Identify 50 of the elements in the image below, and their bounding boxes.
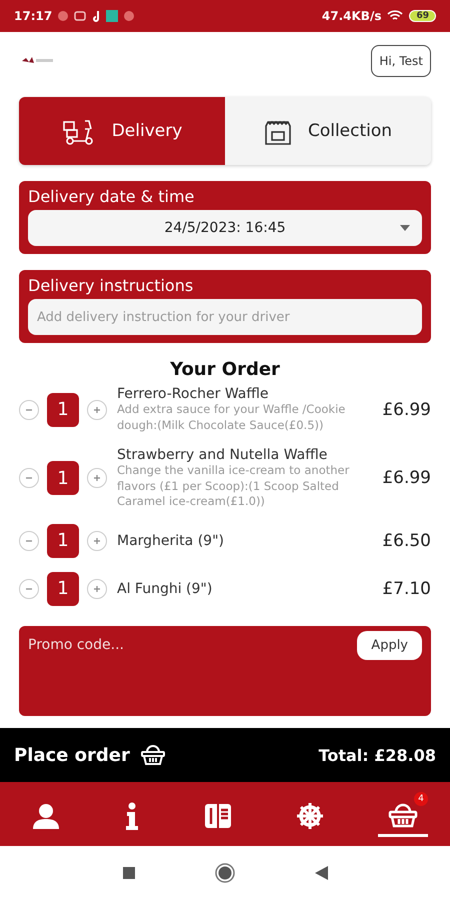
greeting-button[interactable]: Hi, Test — [371, 45, 431, 77]
battery-level: 69 — [409, 10, 436, 22]
basket-icon — [388, 802, 418, 830]
network-speed: 47.4KB/s — [322, 9, 382, 23]
app-icon — [106, 10, 118, 22]
home-icon[interactable] — [214, 863, 234, 883]
increase-button[interactable] — [87, 530, 107, 551]
item-price: £7.10 — [382, 578, 431, 599]
instructions-field[interactable]: Add delivery instruction for your driver — [28, 299, 422, 335]
item-price: £6.50 — [382, 530, 431, 551]
cart-count-badge: 4 — [414, 792, 428, 806]
back-icon[interactable] — [314, 866, 328, 880]
date-time-label: Delivery date & time — [28, 187, 196, 206]
item-name: Strawberry and Nutella Waffle — [117, 447, 328, 464]
increase-button[interactable] — [87, 468, 107, 488]
item-price: £6.99 — [382, 400, 431, 420]
plus-icon — [93, 584, 101, 593]
status-time: 17:17 — [14, 9, 52, 23]
plus-icon — [93, 536, 101, 545]
order-total: Total: £28.08 — [318, 746, 436, 764]
order-type-tab[interactable]: Delivery — [19, 97, 225, 165]
quantity-badge: 1 — [47, 461, 79, 496]
item-name: Al Funghi (9") — [117, 580, 214, 597]
place-order-button[interactable]: Place order — [14, 744, 166, 766]
plus-icon — [93, 474, 101, 482]
quantity-badge: 1 — [47, 392, 79, 427]
item-name: Ferrero-Rocher Waffle — [117, 386, 270, 402]
basket-icon — [140, 744, 166, 766]
item-price: £6.99 — [382, 468, 431, 488]
item-name: Margherita (9") — [117, 532, 225, 549]
caret-icon — [400, 225, 410, 231]
dot-icon — [124, 11, 134, 21]
item-details: Add extra sauce for your Waffle /Cookie dough:(Milk Chocolate Sauce(£0.5)) — [117, 402, 346, 434]
plus-icon — [93, 406, 101, 414]
date-time-dropdown[interactable]: 24/5/2023: 16:45 — [28, 210, 422, 246]
basket-nav-button[interactable]: 4 — [378, 792, 428, 836]
order-type-tab[interactable]: Collection — [225, 97, 431, 165]
increase-button[interactable] — [87, 578, 107, 599]
music-note-icon — [92, 10, 100, 22]
quantity-badge: 1 — [47, 524, 79, 558]
instructions-label: Delivery instructions — [28, 276, 194, 295]
dot-icon — [58, 11, 68, 21]
order-title: Your Order — [169, 359, 281, 380]
recents-icon[interactable] — [122, 867, 134, 879]
item-details: Change the vanilla ice-cream to another flavors (£1 per Scoop):(1 Scoop Salted Caramel ice-cream(£1.0)) — [117, 463, 350, 510]
increase-button[interactable] — [87, 400, 107, 420]
promo-code-field[interactable]: Promo code... — [28, 630, 188, 659]
quantity-badge: 1 — [47, 572, 79, 606]
apply-button[interactable]: Apply — [357, 630, 422, 660]
wifi-icon — [387, 10, 404, 22]
